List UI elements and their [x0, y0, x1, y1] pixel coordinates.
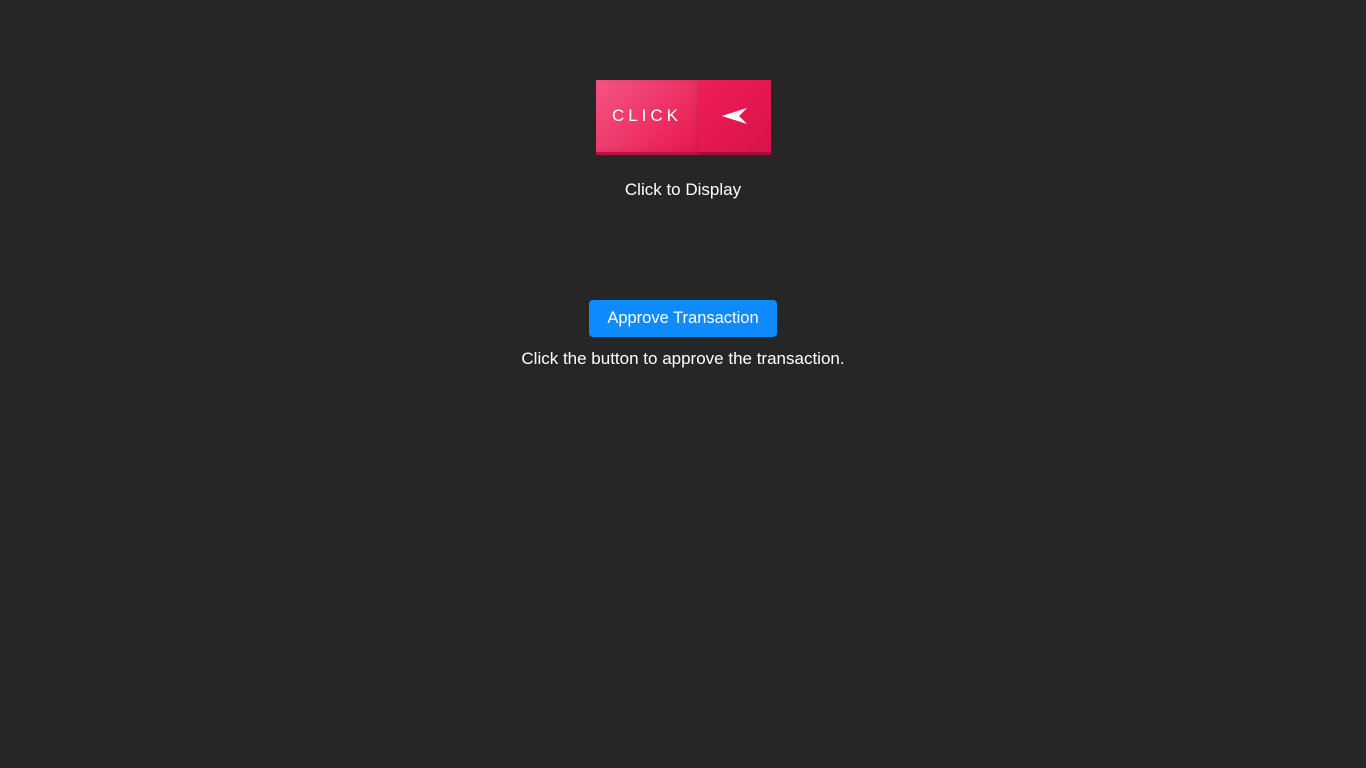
- click-description: Click to Display: [625, 180, 741, 200]
- approve-description: Click the button to approve the transact…: [521, 349, 844, 369]
- approve-transaction-button[interactable]: Approve Transaction: [589, 300, 776, 337]
- click-button-label: CLICK: [596, 80, 699, 152]
- send-arrow-icon: [699, 80, 771, 152]
- main-container: CLICK Click to Display Approve Transacti…: [0, 0, 1366, 369]
- click-button[interactable]: CLICK: [596, 80, 771, 152]
